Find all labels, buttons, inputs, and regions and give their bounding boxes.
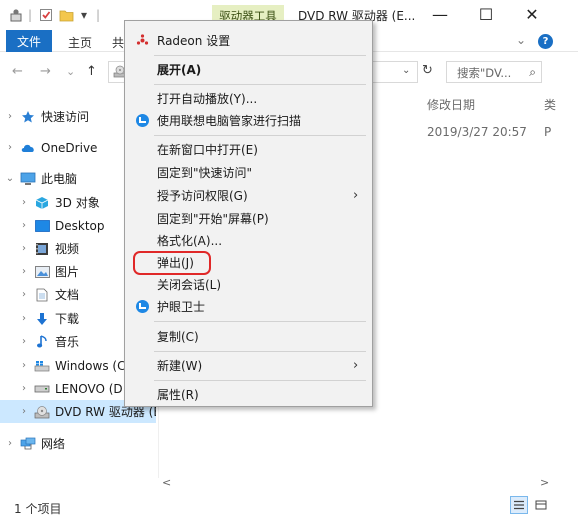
shield-icon — [135, 299, 149, 313]
submenu-arrow-icon: › — [353, 187, 359, 203]
refresh-icon[interactable]: ↻ — [422, 63, 433, 78]
horizontal-scrollbar[interactable]: < > — [158, 476, 554, 492]
menu-item-open-new-window[interactable]: 在新窗口中打开(E) — [125, 138, 372, 160]
chevron-right-icon[interactable]: › — [18, 313, 30, 324]
windows-drive-icon — [34, 359, 50, 373]
search-icon: ⌕ — [529, 65, 536, 79]
chevron-down-icon[interactable]: ⌄ — [4, 173, 16, 184]
menu-item-properties[interactable]: 属性(R) — [125, 383, 372, 405]
network-icon — [20, 437, 36, 451]
chevron-right-icon[interactable]: › — [18, 266, 30, 277]
forward-button[interactable]: → — [40, 64, 51, 79]
menu-separator — [154, 55, 366, 56]
toolbar-separator: | — [95, 8, 101, 22]
cube-icon — [34, 196, 50, 210]
minimize-button[interactable]: — — [428, 4, 452, 24]
column-header-modified[interactable]: 修改日期 — [427, 96, 475, 113]
menu-separator — [154, 321, 366, 322]
chevron-right-icon[interactable]: › — [18, 243, 30, 254]
search-input[interactable]: 搜索"DV... ⌕ — [446, 61, 542, 83]
menu-separator — [154, 84, 366, 85]
chevron-right-icon[interactable]: › — [18, 220, 30, 231]
file-row-date[interactable]: 2019/3/27 20:57 — [427, 125, 527, 139]
tab-share[interactable]: 共 — [112, 34, 124, 51]
menu-item-new[interactable]: 新建(W) › — [125, 354, 372, 376]
menu-item-format[interactable]: 格式化(A)... — [125, 229, 372, 251]
toolbar-separator: | — [27, 8, 33, 22]
properties-icon[interactable] — [8, 6, 24, 24]
menu-item-close-session[interactable]: 关闭会话(L) — [125, 273, 372, 295]
menu-item-expand[interactable]: 展开(A) — [125, 58, 372, 80]
file-row-type[interactable]: P — [544, 125, 551, 139]
menu-separator — [154, 135, 366, 136]
folder-icon[interactable] — [58, 6, 74, 24]
chevron-right-icon[interactable]: › — [18, 360, 30, 371]
menu-separator — [154, 380, 366, 381]
chevron-right-icon[interactable]: › — [18, 406, 30, 417]
search-placeholder: 搜索"DV... — [457, 66, 512, 80]
up-button[interactable]: ↑ — [86, 64, 97, 79]
radeon-icon — [135, 33, 149, 47]
menu-item-eye-guard[interactable]: 护眼卫士 — [125, 295, 372, 317]
chevron-right-icon[interactable]: › — [18, 197, 30, 208]
status-item-count: 1 个项目 — [14, 502, 62, 516]
video-icon — [34, 242, 50, 256]
drive-icon — [34, 382, 50, 396]
checkmark-icon[interactable] — [38, 6, 54, 24]
details-view-icon — [514, 500, 524, 510]
dvd-drive-icon — [34, 405, 50, 419]
quick-access-dropdown[interactable]: ▾ — [78, 6, 90, 24]
menu-item-radeon[interactable]: Radeon 设置 — [125, 29, 372, 51]
menu-separator — [154, 351, 366, 352]
address-dropdown-icon[interactable]: ⌄ — [402, 65, 410, 76]
close-button[interactable]: ✕ — [520, 4, 544, 24]
chevron-right-icon[interactable]: › — [4, 438, 16, 449]
menu-item-eject[interactable]: 弹出(J) — [125, 251, 372, 275]
column-header-type[interactable]: 类 — [544, 96, 556, 113]
submenu-arrow-icon: › — [353, 357, 359, 373]
large-icons-view-icon — [535, 500, 547, 510]
cloud-icon — [20, 141, 36, 155]
details-view-button[interactable] — [510, 496, 528, 514]
shield-icon — [135, 113, 149, 127]
back-button[interactable]: ← — [12, 64, 23, 79]
scroll-right-button[interactable]: > — [540, 476, 549, 489]
help-icon[interactable]: ? — [538, 34, 553, 49]
music-icon — [34, 334, 50, 349]
desktop-icon — [34, 219, 50, 233]
nav-item-network[interactable]: › 网络 — [0, 432, 156, 455]
scroll-left-button[interactable]: < — [162, 476, 171, 489]
menu-item-pin-start[interactable]: 固定到"开始"屏幕(P) — [125, 207, 372, 229]
menu-item-copy[interactable]: 复制(C) — [125, 325, 372, 347]
menu-item-grant-access[interactable]: 授予访问权限(G) › — [125, 184, 372, 206]
maximize-button[interactable]: ☐ — [474, 4, 498, 24]
menu-item-pin-quick-access[interactable]: 固定到"快速访问" — [125, 161, 372, 183]
document-icon — [34, 288, 50, 302]
menu-item-autoplay[interactable]: 打开自动播放(Y)... — [125, 87, 372, 109]
menu-item-lenovo-scan[interactable]: 使用联想电脑管家进行扫描 — [125, 109, 372, 131]
tab-home[interactable]: 主页 — [68, 34, 92, 51]
tab-file[interactable]: 文件 — [6, 30, 52, 52]
download-icon — [34, 312, 50, 326]
chevron-right-icon[interactable]: › — [18, 383, 30, 394]
recent-locations-button[interactable]: ⌄ — [66, 65, 75, 78]
chevron-right-icon[interactable]: › — [18, 336, 30, 347]
context-menu: Radeon 设置 展开(A) 打开自动播放(Y)... 使用联想电脑管家进行扫… — [124, 20, 373, 407]
chevron-right-icon[interactable]: › — [4, 142, 16, 153]
ribbon-expand-icon[interactable]: ⌄ — [516, 33, 526, 47]
chevron-right-icon[interactable]: › — [18, 289, 30, 300]
pc-icon — [20, 172, 36, 186]
chevron-right-icon[interactable]: › — [4, 111, 16, 122]
star-icon — [20, 110, 36, 124]
large-icons-view-button[interactable] — [532, 496, 550, 514]
picture-icon — [34, 265, 50, 279]
